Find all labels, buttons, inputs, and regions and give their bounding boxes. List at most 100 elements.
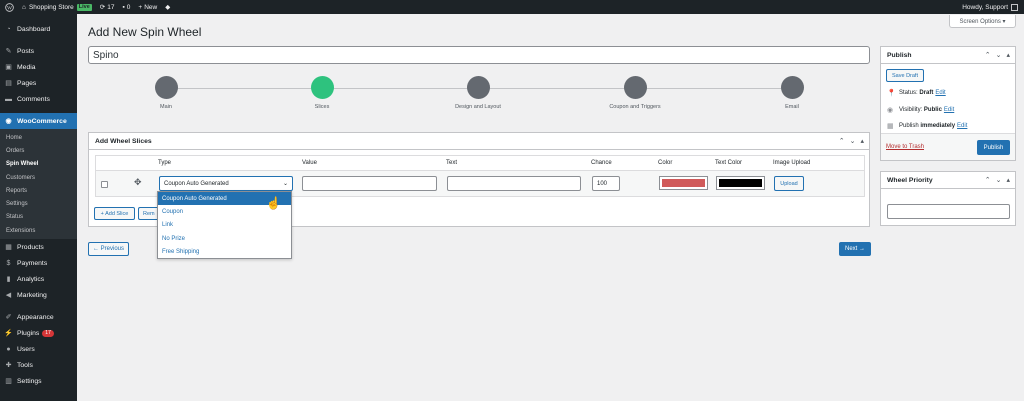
- wizard-stepper: Main Slices Design and Layout Coupon and…: [88, 76, 870, 116]
- chevron-down-icon[interactable]: ⌄: [996, 51, 1002, 59]
- pin-icon: ✎: [5, 48, 12, 55]
- step-main[interactable]: Main: [126, 76, 206, 110]
- col-color: Color: [658, 160, 673, 166]
- submenu-status[interactable]: Status: [0, 211, 77, 224]
- submenu-spin-wheel[interactable]: Spin Wheel: [0, 158, 77, 171]
- add-slice-button[interactable]: + Add Slice: [94, 207, 135, 220]
- appearance-icon: ✐: [5, 314, 12, 322]
- row-checkbox[interactable]: [101, 181, 108, 188]
- chevron-up-icon[interactable]: ⌃: [985, 176, 991, 184]
- submenu-reports[interactable]: Reports: [0, 184, 77, 197]
- submenu-settings[interactable]: Settings: [0, 197, 77, 210]
- chevron-down-icon[interactable]: ⌄: [850, 137, 856, 145]
- step-slices[interactable]: Slices: [282, 76, 362, 110]
- plugins-icon: ⚡: [4, 330, 13, 338]
- menu-plugins[interactable]: ⚡ Plugins 17: [0, 325, 77, 341]
- previous-button[interactable]: ← Previous: [88, 242, 129, 256]
- toggle-panel-icon[interactable]: ▴: [1006, 176, 1010, 184]
- settings-icon: ▥: [5, 378, 12, 386]
- drag-handle-icon[interactable]: ✥: [134, 177, 142, 188]
- edit-visibility-link[interactable]: Edit: [944, 107, 954, 113]
- pin-icon: 📍: [887, 90, 896, 97]
- account-menu[interactable]: Howdy, Support: [958, 0, 1024, 14]
- menu-marketing[interactable]: ◀ Marketing: [0, 287, 77, 303]
- menu-tools[interactable]: ✚ Tools: [0, 357, 77, 373]
- submenu-extensions[interactable]: Extensions: [0, 224, 77, 237]
- remove-slice-button[interactable]: Rem: [138, 207, 158, 220]
- live-badge: Live: [76, 3, 92, 11]
- comment-icon: ▪: [122, 3, 125, 11]
- step-dot: [623, 76, 647, 99]
- save-draft-button[interactable]: Save Draft: [886, 69, 924, 82]
- wheel-priority-input[interactable]: [887, 204, 1010, 219]
- step-dot: [466, 76, 490, 99]
- menu-posts[interactable]: ✎ Posts: [0, 43, 77, 59]
- menu-users[interactable]: ● Users: [0, 341, 77, 357]
- option-link[interactable]: Link: [158, 219, 291, 232]
- menu-settings[interactable]: ▥ Settings: [0, 373, 77, 389]
- diamond-icon[interactable]: ◆: [161, 0, 174, 14]
- step-dot: [780, 76, 804, 99]
- move-to-trash-link[interactable]: Move to Trash: [886, 144, 924, 150]
- products-icon: ▦: [5, 244, 12, 252]
- publish-button[interactable]: Publish: [977, 140, 1010, 155]
- menu-woocommerce[interactable]: ◉ WooCommerce: [0, 113, 77, 129]
- menu-analytics[interactable]: ▮ Analytics: [0, 271, 77, 287]
- chevron-up-icon[interactable]: ⌃: [839, 137, 845, 145]
- menu-products[interactable]: ▦ Products: [0, 239, 77, 255]
- menu-payments[interactable]: $ Payments: [0, 255, 77, 271]
- slice-color-picker[interactable]: [659, 176, 708, 190]
- plugins-update-badge: 17: [42, 329, 54, 337]
- submenu-home[interactable]: Home: [0, 131, 77, 144]
- toggle-panel-icon[interactable]: ▴: [860, 137, 864, 145]
- pages-icon: ▤: [5, 80, 12, 87]
- visibility-line: ◉ Visibility: Public Edit: [887, 107, 955, 114]
- col-value: Value: [302, 160, 317, 166]
- media-icon: ▣: [5, 64, 12, 71]
- publish-panel-header: Publish ⌃ ⌄ ▴: [881, 47, 1015, 64]
- slice-text-input[interactable]: [447, 176, 581, 191]
- publish-schedule-line: ▦ Publish immediately Edit: [887, 123, 968, 130]
- slice-chance-input[interactable]: 100: [592, 176, 620, 191]
- submenu-orders[interactable]: Orders: [0, 144, 77, 157]
- wordpress-logo-icon[interactable]: W: [0, 0, 18, 14]
- site-name-link[interactable]: ⌂ Shopping Store Live: [18, 0, 96, 14]
- step-design-and-layout[interactable]: Design and Layout: [438, 76, 518, 110]
- menu-appearance[interactable]: ✐ Appearance: [0, 309, 77, 325]
- next-button[interactable]: Next →: [839, 242, 871, 256]
- payments-icon: $: [6, 259, 11, 267]
- slice-type-select[interactable]: Coupon Auto Generated ⌄: [159, 176, 293, 191]
- table-header-row: Type Value Text Chance Color Text Color …: [95, 155, 865, 170]
- wheel-priority-panel: Wheel Priority ⌃ ⌄ ▴: [880, 171, 1016, 226]
- toggle-panel-icon[interactable]: ▴: [1006, 51, 1010, 59]
- comments-link[interactable]: ▪ 0: [118, 0, 134, 14]
- col-text: Text: [446, 160, 458, 166]
- screen-options-button[interactable]: Screen Options ▾: [949, 15, 1016, 28]
- chevron-up-icon[interactable]: ⌃: [985, 51, 991, 59]
- edit-schedule-link[interactable]: Edit: [957, 123, 967, 129]
- admin-sidebar: ◔ Dashboard ✎ Posts ▣ Media ▤ Pages ▬ Comment…: [0, 14, 77, 401]
- home-icon: ⌂: [22, 3, 26, 11]
- slice-value-input[interactable]: [302, 176, 437, 191]
- menu-pages[interactable]: ▤ Pages: [0, 75, 77, 91]
- menu-media[interactable]: ▣ Media: [0, 59, 77, 75]
- upload-image-button[interactable]: Upload: [774, 176, 804, 191]
- option-free-shipping[interactable]: Free Shipping: [158, 246, 291, 259]
- text-color-swatch: [719, 179, 762, 187]
- submenu-customers[interactable]: Customers: [0, 171, 77, 184]
- step-coupon-and-triggers[interactable]: Coupon and Triggers: [595, 76, 675, 110]
- wheel-title-input[interactable]: Spino: [88, 46, 870, 64]
- updates-link[interactable]: ⟳ 17: [96, 0, 119, 14]
- slice-text-color-picker[interactable]: [716, 176, 765, 190]
- step-email[interactable]: Email: [752, 76, 832, 110]
- woocommerce-icon: ◉: [5, 118, 12, 125]
- menu-comments[interactable]: ▬ Comments: [0, 91, 77, 107]
- analytics-icon: ▮: [6, 276, 11, 284]
- hand-cursor-icon: ☝: [266, 196, 281, 210]
- chevron-down-icon[interactable]: ⌄: [996, 176, 1002, 184]
- new-content-link[interactable]: + New: [134, 0, 161, 14]
- option-no-prize[interactable]: No Prize: [158, 232, 291, 245]
- edit-status-link[interactable]: Edit: [935, 90, 945, 96]
- status-line: 📍 Status: Draft Edit: [887, 90, 946, 97]
- menu-dashboard[interactable]: ◔ Dashboard: [0, 21, 77, 37]
